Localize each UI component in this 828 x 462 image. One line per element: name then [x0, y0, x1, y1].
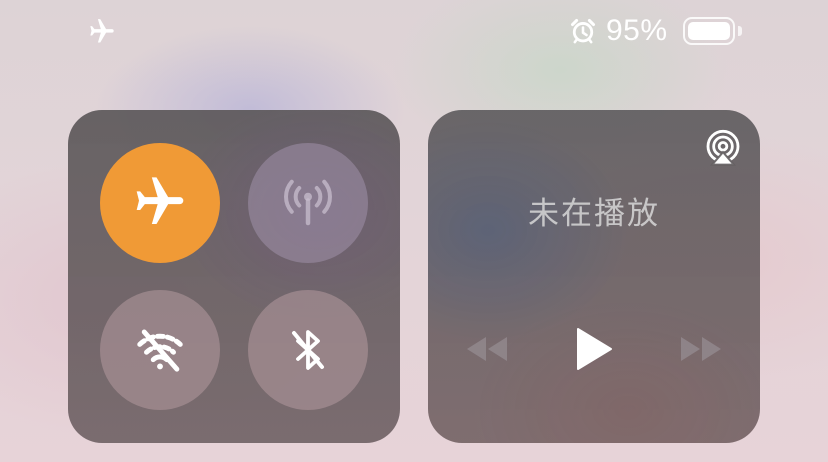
airplane-icon	[136, 177, 184, 224]
battery-percent: 95%	[606, 14, 668, 47]
fast-forward-icon	[681, 337, 721, 361]
now-playing-status: 未在播放	[528, 196, 660, 232]
play-icon	[577, 328, 612, 370]
airplane-icon	[90, 19, 114, 43]
status-bar: 95%	[0, 0, 828, 64]
bluetooth-toggle[interactable]	[248, 290, 368, 410]
media-panel: 未在播放	[428, 110, 760, 443]
play-button[interactable]	[568, 323, 620, 375]
airplay-icon[interactable]	[703, 128, 743, 168]
battery-fill	[688, 22, 730, 40]
wifi-toggle[interactable]	[100, 290, 220, 410]
bluetooth-off-icon	[292, 330, 324, 370]
wifi-off-icon	[137, 329, 183, 372]
antenna-icon	[284, 179, 332, 226]
connectivity-panel	[68, 110, 400, 443]
alarm-icon	[570, 18, 596, 44]
battery-tip	[738, 26, 742, 36]
rewind-icon	[467, 337, 507, 361]
battery-icon	[683, 17, 735, 45]
cellular-data-toggle[interactable]	[248, 143, 368, 263]
airplane-mode-toggle[interactable]	[100, 143, 220, 263]
fast-forward-button[interactable]	[676, 332, 726, 366]
rewind-button[interactable]	[462, 332, 512, 366]
